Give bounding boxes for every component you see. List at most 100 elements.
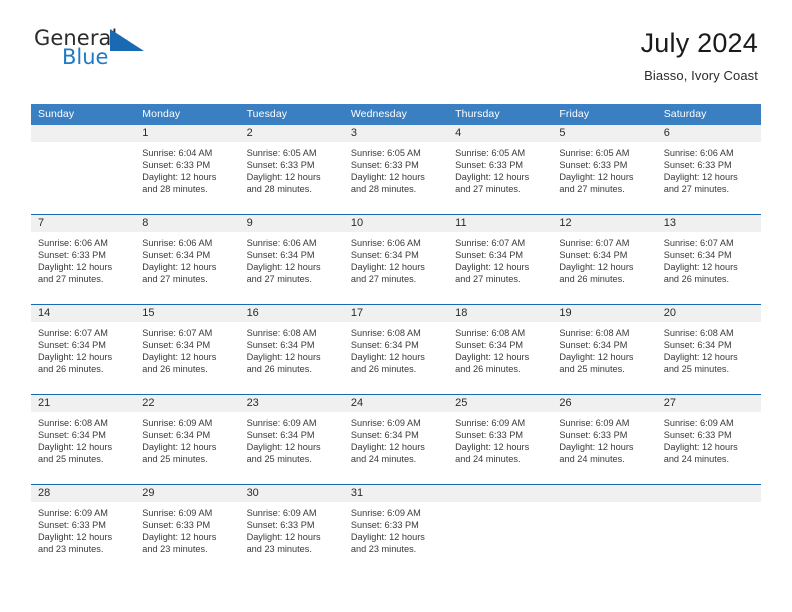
calendar-day-cell[interactable]: 10 Sunrise: 6:06 AM Sunset: 6:34 PM Dayligh…	[343, 215, 449, 304]
daylight-text-line2: and 28 minutes.	[142, 184, 208, 195]
calendar-day-cell[interactable]: 7 Sunrise: 6:06 AM Sunset: 6:33 PM Daylight…	[31, 215, 136, 304]
day-number: 17	[343, 305, 449, 322]
calendar-day-cell[interactable]: 23 Sunrise: 6:09 AM Sunset: 6:34 PM Dayligh…	[239, 395, 344, 484]
daylight-text-line2: and 27 minutes.	[38, 274, 104, 285]
calendar-day-cell[interactable]: 14 Sunrise: 6:07 AM Sunset: 6:34 PM Dayligh…	[31, 305, 136, 394]
sunset-text: Sunset: 6:33 PM	[142, 160, 211, 171]
calendar-day-cell[interactable]: 27 Sunrise: 6:09 AM Sunset: 6:33 PM Dayligh…	[656, 395, 761, 484]
daylight-text-line1: Daylight: 12 hours	[455, 352, 530, 363]
calendar-week-row: 21 Sunrise: 6:08 AM Sunset: 6:34 PM Dayligh…	[31, 394, 761, 484]
daylight-text-line2: and 25 minutes.	[246, 454, 312, 465]
calendar-day-cell[interactable]: 11 Sunrise: 6:07 AM Sunset: 6:34 PM Dayligh…	[448, 215, 553, 304]
daylight-text-line1: Daylight: 12 hours	[559, 442, 634, 453]
day-number: 19	[552, 305, 657, 322]
calendar-day-cell[interactable]: 6 Sunrise: 6:06 AM Sunset: 6:33 PM Daylight…	[656, 125, 761, 214]
calendar-day-cell[interactable]: 30 Sunrise: 6:09 AM Sunset: 6:33 PM Dayligh…	[239, 485, 344, 574]
day-number: 22	[135, 395, 240, 412]
daylight-text-line1: Daylight: 12 hours	[246, 262, 321, 273]
sunrise-text: Sunrise: 6:07 AM	[559, 238, 630, 248]
sunset-text: Sunset: 6:33 PM	[455, 160, 524, 171]
calendar-week-row: 14 Sunrise: 6:07 AM Sunset: 6:34 PM Dayligh…	[31, 304, 761, 394]
day-number: 26	[552, 395, 657, 412]
daylight-text-line2: and 27 minutes.	[142, 274, 208, 285]
calendar-grid: Sunday Monday Tuesday Wednesday Thursday Frid…	[31, 104, 761, 574]
sunset-text: Sunset: 6:33 PM	[38, 250, 106, 261]
sunrise-text: Sunrise: 6:06 AM	[350, 238, 421, 248]
daylight-text-line1: Daylight: 12 hours	[350, 262, 425, 273]
calendar-day-cell[interactable]: 26 Sunrise: 6:09 AM Sunset: 6:33 PM Dayligh…	[552, 395, 657, 484]
sunrise-text: Sunrise: 6:05 AM	[559, 148, 630, 158]
calendar-day-cell[interactable]: 9 Sunrise: 6:06 AM Sunset: 6:34 PM Daylight…	[239, 215, 344, 304]
sunrise-text: Sunrise: 6:08 AM	[350, 328, 421, 338]
calendar-day-cell[interactable]: 16 Sunrise: 6:08 AM Sunset: 6:34 PM Dayligh…	[239, 305, 344, 394]
page-header: General Blue July 2024 Biasso, Ivory Coa…	[0, 26, 792, 98]
calendar-day-cell[interactable]: 13 Sunrise: 6:07 AM Sunset: 6:34 PM Dayligh…	[656, 215, 761, 304]
day-number: 29	[135, 485, 240, 502]
day-number: 10	[343, 215, 449, 232]
day-details: Sunrise: 6:09 AM Sunset: 6:33 PM Daylight:…	[552, 412, 656, 465]
title-block: July 2024 Biasso, Ivory Coast	[641, 26, 758, 83]
sunset-text: Sunset: 6:33 PM	[559, 430, 628, 441]
day-details: Sunrise: 6:07 AM Sunset: 6:34 PM Daylight:…	[657, 232, 761, 285]
daylight-text-line2: and 26 minutes.	[142, 364, 208, 375]
location-subtitle: Biasso, Ivory Coast	[644, 68, 758, 84]
sunrise-text: Sunrise: 6:06 AM	[38, 238, 108, 248]
day-number	[656, 485, 761, 502]
day-details: Sunrise: 6:09 AM Sunset: 6:33 PM Daylight:…	[657, 412, 761, 465]
daylight-text-line1: Daylight: 12 hours	[246, 442, 321, 453]
general-blue-logo[interactable]: General Blue	[34, 26, 154, 82]
daylight-text-line2: and 26 minutes.	[559, 274, 625, 285]
sunrise-text: Sunrise: 6:07 AM	[455, 238, 526, 248]
sunset-text: Sunset: 6:34 PM	[142, 250, 211, 261]
daylight-text-line1: Daylight: 12 hours	[455, 172, 530, 183]
calendar-day-cell[interactable]: 1 Sunrise: 6:04 AM Sunset: 6:33 PM Daylight…	[135, 125, 240, 214]
sunset-text: Sunset: 6:34 PM	[350, 340, 419, 351]
day-details	[31, 142, 135, 147]
daylight-text-line2: and 23 minutes.	[246, 544, 312, 555]
daylight-text-line2: and 28 minutes.	[350, 184, 417, 195]
daylight-text-line2: and 25 minutes.	[142, 454, 208, 465]
sunrise-text: Sunrise: 6:09 AM	[38, 508, 108, 518]
sunset-text: Sunset: 6:33 PM	[663, 160, 732, 171]
calendar-day-cell[interactable]: 8 Sunrise: 6:06 AM Sunset: 6:34 PM Daylight…	[135, 215, 240, 304]
day-details: Sunrise: 6:08 AM Sunset: 6:34 PM Daylight:…	[448, 322, 552, 375]
calendar-day-cell[interactable]: 31 Sunrise: 6:09 AM Sunset: 6:33 PM Dayligh…	[343, 485, 449, 574]
calendar-day-cell[interactable]: 20 Sunrise: 6:08 AM Sunset: 6:34 PM Dayligh…	[656, 305, 761, 394]
calendar-day-cell[interactable]: 12 Sunrise: 6:07 AM Sunset: 6:34 PM Dayligh…	[552, 215, 657, 304]
calendar-day-cell[interactable]: 22 Sunrise: 6:09 AM Sunset: 6:34 PM Dayligh…	[135, 395, 240, 484]
calendar-day-cell[interactable]: 2 Sunrise: 6:05 AM Sunset: 6:33 PM Daylight…	[239, 125, 344, 214]
calendar-day-cell[interactable]: 29 Sunrise: 6:09 AM Sunset: 6:33 PM Dayligh…	[135, 485, 240, 574]
calendar-day-cell[interactable]: 19 Sunrise: 6:08 AM Sunset: 6:34 PM Dayligh…	[552, 305, 657, 394]
daylight-text-line1: Daylight: 12 hours	[38, 352, 113, 363]
calendar-day-cell[interactable]: 28 Sunrise: 6:09 AM Sunset: 6:33 PM Dayligh…	[31, 485, 136, 574]
weekday-header-saturday: Saturday	[663, 108, 707, 120]
calendar-day-cell[interactable]: 5 Sunrise: 6:05 AM Sunset: 6:33 PM Daylight…	[552, 125, 657, 214]
calendar-day-cell[interactable]: 3 Sunrise: 6:05 AM Sunset: 6:33 PM Daylight…	[343, 125, 449, 214]
logo-text-blue: Blue	[62, 45, 109, 69]
daylight-text-line2: and 27 minutes.	[455, 184, 521, 195]
daylight-text-line2: and 24 minutes.	[663, 454, 730, 465]
day-number: 25	[448, 395, 553, 412]
calendar-day-cell[interactable]: 17 Sunrise: 6:08 AM Sunset: 6:34 PM Dayligh…	[343, 305, 449, 394]
weekday-header-sunday: Sunday	[38, 108, 75, 120]
day-number: 1	[135, 125, 240, 142]
calendar-day-cell[interactable]: 4 Sunrise: 6:05 AM Sunset: 6:33 PM Daylight…	[448, 125, 553, 214]
calendar-day-cell[interactable]: 24 Sunrise: 6:09 AM Sunset: 6:34 PM Dayligh…	[343, 395, 449, 484]
daylight-text-line2: and 26 minutes.	[38, 364, 104, 375]
day-number: 4	[448, 125, 553, 142]
calendar-day-cell[interactable]: 18 Sunrise: 6:08 AM Sunset: 6:34 PM Dayligh…	[448, 305, 553, 394]
day-details: Sunrise: 6:06 AM Sunset: 6:34 PM Daylight:…	[240, 232, 344, 285]
calendar-day-cell[interactable]: 21 Sunrise: 6:08 AM Sunset: 6:34 PM Dayligh…	[31, 395, 136, 484]
sunrise-text: Sunrise: 6:08 AM	[455, 328, 526, 338]
day-number: 2	[239, 125, 344, 142]
sunset-text: Sunset: 6:34 PM	[246, 340, 315, 351]
sunset-text: Sunset: 6:34 PM	[559, 340, 628, 351]
calendar-weeks: 1 Sunrise: 6:04 AM Sunset: 6:33 PM Daylight…	[31, 125, 761, 574]
sunset-text: Sunset: 6:34 PM	[38, 430, 106, 441]
day-details: Sunrise: 6:07 AM Sunset: 6:34 PM Daylight:…	[552, 232, 656, 285]
calendar-day-cell[interactable]: 15 Sunrise: 6:07 AM Sunset: 6:34 PM Dayligh…	[135, 305, 240, 394]
daylight-text-line1: Daylight: 12 hours	[663, 352, 738, 363]
calendar-day-cell[interactable]: 25 Sunrise: 6:09 AM Sunset: 6:33 PM Dayligh…	[448, 395, 553, 484]
sunset-text: Sunset: 6:34 PM	[142, 340, 211, 351]
sunrise-text: Sunrise: 6:07 AM	[38, 328, 108, 338]
